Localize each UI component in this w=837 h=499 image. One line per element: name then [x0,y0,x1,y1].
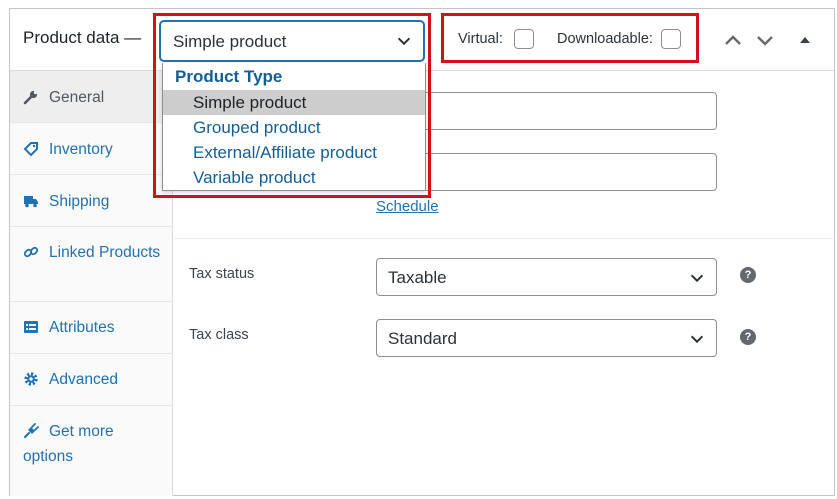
help-icon[interactable]: ? [740,329,756,345]
tag-icon [23,142,38,157]
chevron-down-icon [690,274,704,283]
tab-label: Linked Products [49,244,161,261]
truck-icon [24,196,38,208]
tab-inventory[interactable]: Inventory [10,123,173,175]
product-type-group-label: Product Type [175,67,283,86]
tax-status-label: Tax status [189,266,255,282]
triangle-up-icon[interactable] [794,29,816,51]
tab-advanced[interactable]: Advanced [10,354,173,406]
downloadable-checkbox[interactable] [661,29,681,49]
virtual-checkbox[interactable] [514,29,534,49]
section-divider [174,238,835,239]
tab-label: Shipping [49,193,110,210]
regular-price-input[interactable] [376,92,717,130]
product-type-dropdown: Product Type Simple product Grouped prod… [162,63,426,191]
tab-linked-products[interactable]: Linked Products [10,227,173,302]
chevron-down-icon [397,37,411,46]
chevron-up-icon[interactable] [722,29,744,51]
tab-label: Advanced [49,371,118,388]
product-type-option-grouped[interactable]: Grouped product [163,115,425,140]
product-data-tabs: General Inventory Shipping Linked Produc… [10,71,173,496]
tab-label: Get more options [23,423,114,465]
help-icon[interactable]: ? [740,267,756,283]
tab-label: General [49,89,105,106]
tab-shipping[interactable]: Shipping [10,175,173,227]
product-type-selected: Simple product [173,32,287,51]
chevron-down-icon [690,335,704,344]
product-type-select[interactable]: Simple product [160,21,424,61]
tab-attributes[interactable]: Attributes [10,302,173,354]
product-data-header: Product data — Simple product Virtual: D… [10,9,834,71]
tax-class-value: Standard [388,329,457,348]
downloadable-label: Downloadable: [557,31,653,47]
product-type-option-variable[interactable]: Variable product [163,165,425,190]
tab-label: Inventory [49,141,113,158]
tax-class-label: Tax class [189,327,249,343]
product-type-option-simple[interactable]: Simple product [163,90,425,115]
wrench-icon [23,90,38,105]
product-data-panel: Product data — Simple product Virtual: D… [9,8,835,496]
tax-class-select[interactable]: Standard [376,319,717,357]
tax-status-value: Taxable [388,268,447,287]
schedule-link[interactable]: Schedule [376,198,439,215]
chevron-down-icon[interactable] [754,29,776,51]
virtual-label: Virtual: [458,31,503,47]
list-icon [24,321,38,333]
tab-general[interactable]: General [10,71,173,123]
product-type-option-external[interactable]: External/Affiliate product [163,140,425,165]
product-data-title: Product data — [23,28,142,47]
tab-label: Attributes [49,319,115,336]
tab-get-more-options[interactable]: Get more options [10,406,173,481]
gear-icon [24,372,38,386]
tax-status-select[interactable]: Taxable [376,258,717,296]
sale-price-input[interactable] [376,153,717,191]
